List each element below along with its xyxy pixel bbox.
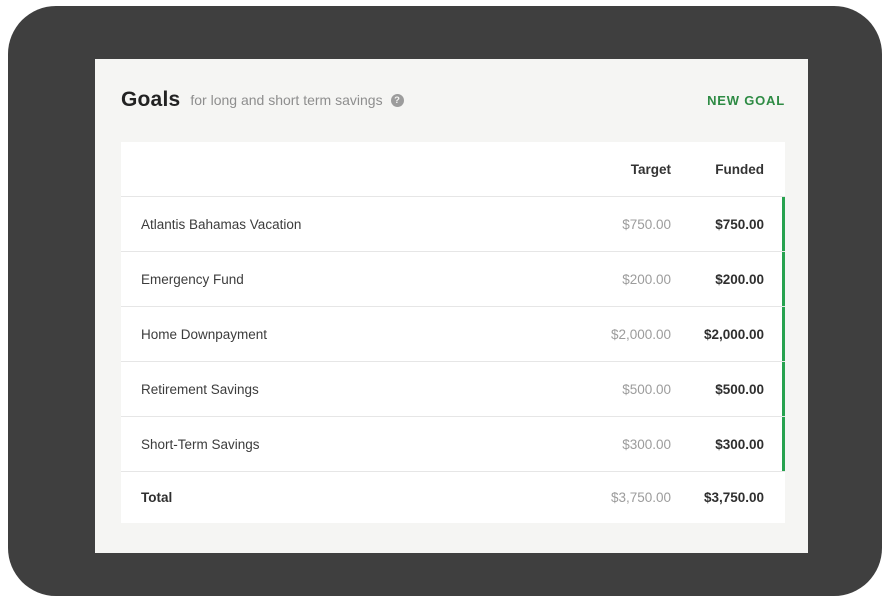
goal-funded-value: $750.00 — [715, 216, 764, 232]
funded-progress-bar — [782, 362, 785, 416]
goal-target-value: $300.00 — [622, 436, 671, 452]
new-goal-button[interactable]: NEW GOAL — [707, 93, 785, 108]
funded-column-header: Funded — [715, 161, 764, 177]
page-subtitle: for long and short term savings — [190, 92, 383, 108]
goal-row[interactable]: Retirement Savings $500.00 $500.00 — [121, 361, 785, 416]
goal-name: Emergency Fund — [141, 271, 244, 287]
goal-name: Atlantis Bahamas Vacation — [141, 216, 302, 232]
goal-funded-value: $200.00 — [715, 271, 764, 287]
device-frame: Goals for long and short term savings ? … — [8, 6, 882, 596]
table-header-row: Target Funded — [121, 142, 785, 196]
help-question-icon[interactable]: ? — [390, 93, 404, 107]
funded-progress-bar — [782, 197, 785, 251]
goal-name: Retirement Savings — [141, 381, 259, 397]
goal-target-value: $2,000.00 — [610, 326, 671, 342]
goal-funded-value: $300.00 — [715, 436, 764, 452]
goal-name: Home Downpayment — [141, 326, 268, 342]
goal-rows: Atlantis Bahamas Vacation $750.00 $750.0… — [121, 196, 785, 471]
funded-progress-bar — [782, 417, 785, 471]
goal-target-value: $500.00 — [622, 381, 671, 397]
target-column-header: Target — [630, 161, 671, 177]
goal-target-value: $750.00 — [622, 216, 671, 232]
total-target-value: $3,750.00 — [610, 490, 671, 505]
goal-target-value: $200.00 — [622, 271, 671, 287]
total-row: Total $3,750.00 $3,750.00 — [121, 471, 785, 523]
funded-progress-bar — [782, 252, 785, 306]
total-label: Total — [141, 490, 173, 505]
goals-table: Target Funded Atlantis Bahamas Vacation … — [121, 142, 785, 523]
goal-row[interactable]: Emergency Fund $200.00 $200.00 — [121, 251, 785, 306]
goal-funded-value: $2,000.00 — [703, 326, 764, 342]
total-funded-value: $3,750.00 — [703, 490, 764, 505]
page-header: Goals for long and short term savings ? … — [121, 85, 785, 115]
goal-name: Short-Term Savings — [141, 436, 260, 452]
goal-row[interactable]: Atlantis Bahamas Vacation $750.00 $750.0… — [121, 196, 785, 251]
page-title: Goals — [121, 88, 181, 111]
funded-progress-bar — [782, 307, 785, 361]
goal-funded-value: $500.00 — [715, 381, 764, 397]
goal-row[interactable]: Short-Term Savings $300.00 $300.00 — [121, 416, 785, 471]
goals-screen: Goals for long and short term savings ? … — [95, 59, 808, 553]
goal-row[interactable]: Home Downpayment $2,000.00 $2,000.00 — [121, 306, 785, 361]
